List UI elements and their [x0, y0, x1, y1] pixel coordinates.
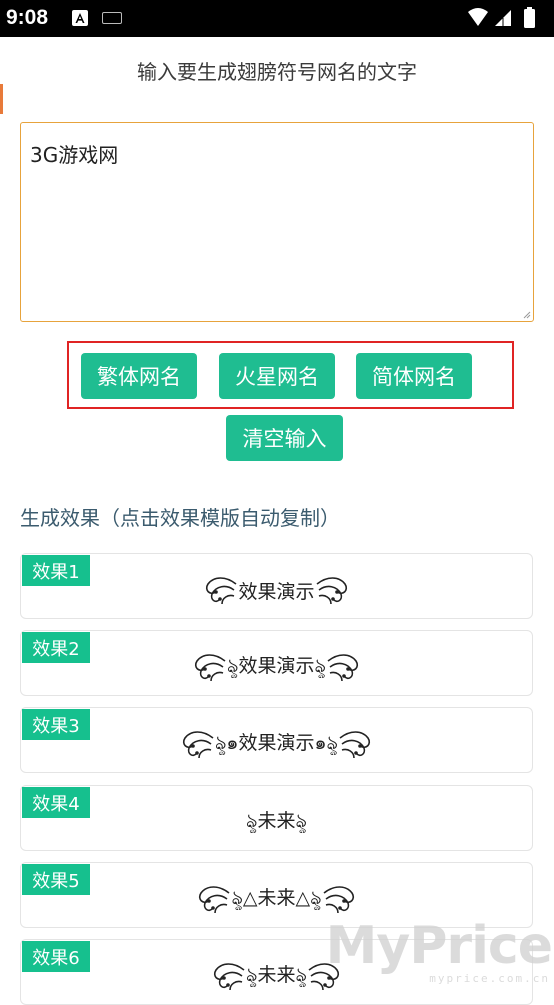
- watermark-brand: MyPrice: [325, 916, 553, 976]
- wifi-icon: [468, 8, 488, 26]
- preview-text: ৡ效果演示ৡ: [227, 654, 326, 677]
- right-wing-icon: [323, 886, 354, 914]
- result-card-1[interactable]: 效果1 效果演示: [20, 553, 533, 619]
- result-card-3[interactable]: 效果3 ৡ๑效果演示๑ৡ: [20, 707, 533, 773]
- resize-grip-icon[interactable]: [523, 311, 531, 319]
- martian-name-button[interactable]: 火星网名: [219, 353, 335, 399]
- preview-text: ৡ△未来△ৡ: [231, 886, 322, 909]
- result-card-4[interactable]: 效果4 ৡ未来ৡ: [20, 785, 533, 851]
- prompt-title: 输入要生成翅膀符号网名的文字: [137, 60, 417, 84]
- cellular-icon: [495, 10, 511, 26]
- results-title: 生成效果（点击效果模版自动复制）: [20, 506, 340, 530]
- status-icons: [466, 6, 546, 31]
- result-preview: ৡ๑效果演示๑ৡ: [21, 722, 532, 766]
- left-edge-accent: [0, 84, 3, 114]
- left-wing-icon: [182, 731, 214, 759]
- left-wing-icon: [194, 654, 226, 682]
- preview-text: ৡ未来ৡ: [246, 809, 307, 832]
- preview-text: ৡ๑效果演示๑ৡ: [214, 731, 338, 754]
- left-wing-icon: [199, 886, 230, 914]
- status-time: 9:08: [6, 6, 49, 29]
- right-wing-icon: [327, 654, 359, 682]
- status-bar: 9:08: [0, 0, 554, 37]
- right-wing-icon: [316, 577, 347, 605]
- result-card-2[interactable]: 效果2 ৡ效果演示ৡ: [20, 630, 533, 696]
- watermark-url: myprice.com.cn: [429, 972, 550, 985]
- battery-icon: [524, 7, 535, 28]
- result-preview: ৡ△未来△ৡ: [21, 877, 532, 921]
- clear-input-button[interactable]: 清空输入: [226, 415, 343, 461]
- name-text-input[interactable]: 3G游戏网: [20, 122, 534, 322]
- keyboard-icon: [102, 12, 122, 24]
- left-wing-icon: [206, 577, 237, 605]
- preview-text: 效果演示: [238, 580, 315, 603]
- left-wing-icon: [213, 963, 245, 991]
- result-preview: 效果演示: [21, 568, 532, 612]
- traditional-name-button[interactable]: 繁体网名: [81, 353, 197, 399]
- watermark: MyPrice myprice.com.cn: [326, 916, 554, 986]
- input-value: 3G游戏网: [30, 143, 119, 167]
- result-preview: ৡ效果演示ৡ: [21, 645, 532, 689]
- a-notification-icon: [72, 10, 88, 26]
- result-preview: ৡ未来ৡ: [21, 800, 532, 844]
- preview-text: ৡ未来ৡ: [246, 963, 307, 986]
- right-wing-icon: [339, 731, 371, 759]
- simplified-name-button[interactable]: 简体网名: [356, 353, 472, 399]
